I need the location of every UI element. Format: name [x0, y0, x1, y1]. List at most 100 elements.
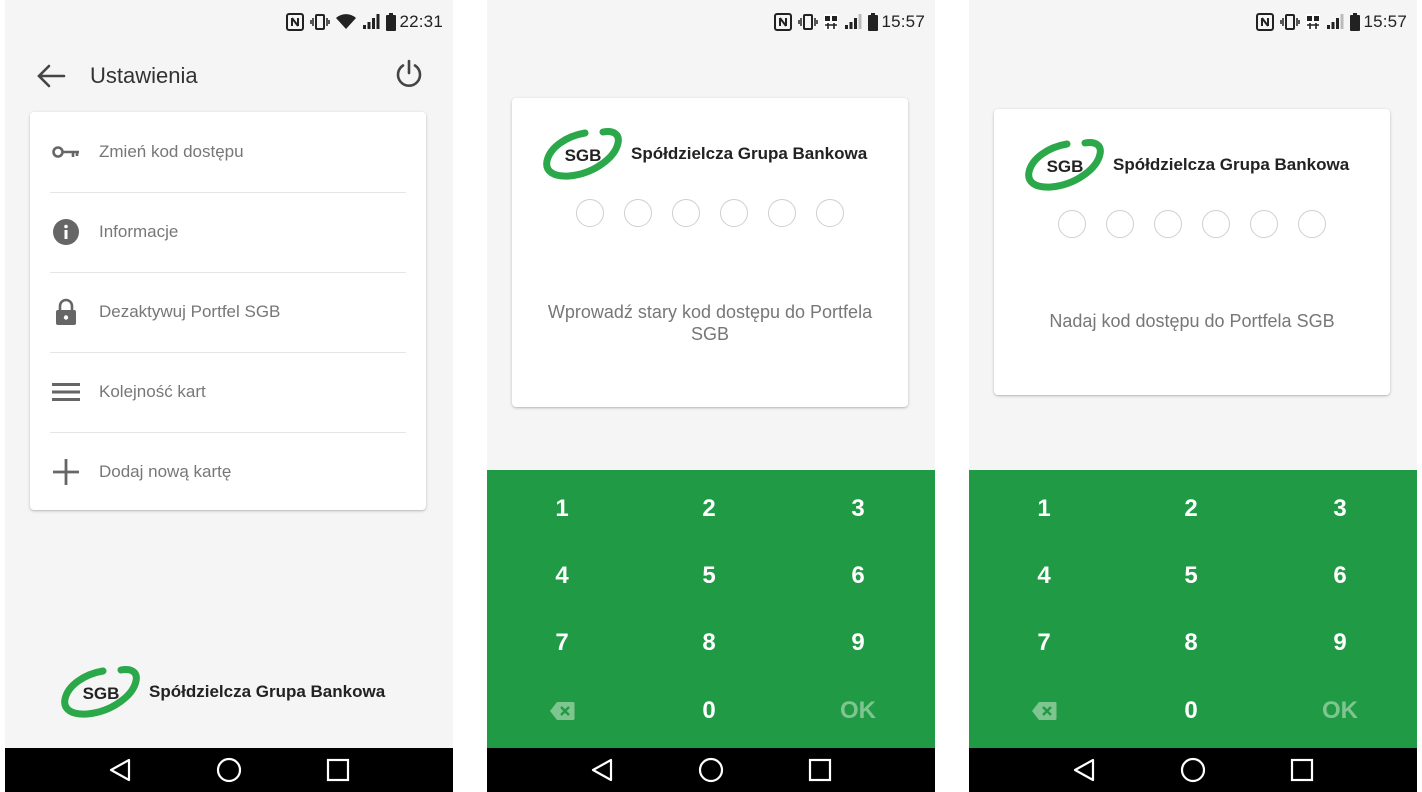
status-bar: 15:57 [487, 0, 935, 44]
key-1[interactable]: 1 [994, 479, 1094, 539]
ok-key[interactable]: OK [1290, 681, 1390, 741]
menu-item-card-order[interactable]: Kolejność kart [50, 352, 406, 433]
nav-recents-button[interactable] [1282, 750, 1322, 790]
square-recents-icon [1291, 758, 1314, 782]
lock-icon [50, 296, 82, 328]
settings-screen: 22:31 Ustawienia Zmień kod dostępu Infor… [5, 0, 453, 792]
key-8[interactable]: 8 [1141, 613, 1241, 673]
nav-back-button[interactable] [1064, 750, 1104, 790]
status-time: 15:57 [1363, 12, 1407, 31]
backspace-key[interactable] [512, 681, 612, 741]
menu-item-deactivate-wallet[interactable]: Dezaktywuj Portfel SGB [50, 272, 406, 353]
brand-name: Spółdzielcza Grupa Bankowa [631, 144, 868, 163]
triangle-back-icon [109, 758, 130, 782]
pin-entry-card: SGB Spółdzielcza Grupa Bankowa Wprowadź … [512, 98, 908, 407]
key-0[interactable]: 0 [1141, 681, 1241, 741]
svg-text:SGB: SGB [83, 684, 120, 703]
pin-dot [624, 199, 652, 227]
svg-text:SGB: SGB [565, 146, 602, 165]
status-bar: 22:31 [5, 0, 453, 44]
key-9[interactable]: 9 [1290, 613, 1390, 673]
key-8[interactable]: 8 [659, 613, 759, 673]
arrow-left-icon [37, 64, 66, 88]
pin-dot [1250, 210, 1278, 238]
pin-dot [720, 199, 748, 227]
square-recents-icon [327, 758, 350, 782]
menu-item-add-card[interactable]: Dodaj nową kartę [50, 432, 406, 512]
nfc-icon [774, 13, 793, 31]
menu-item-label: Dodaj nową kartę [99, 462, 232, 481]
nav-back-button[interactable] [100, 750, 140, 790]
circle-home-icon [698, 757, 724, 783]
circle-home-icon [1180, 757, 1206, 783]
signal-icon [844, 14, 862, 30]
brand-name: Spółdzielcza Grupa Bankowa [149, 682, 386, 701]
pin-prompt: Nadaj kod dostępu do Portfela SGB [1049, 311, 1335, 331]
status-bar: 15:57 [969, 0, 1417, 44]
backspace-icon [1032, 702, 1057, 720]
sgb-logo-icon: SGB [543, 128, 622, 180]
triangle-back-icon [1073, 758, 1094, 782]
nav-home-button[interactable] [691, 750, 731, 790]
back-button[interactable] [33, 58, 69, 94]
key-6[interactable]: 6 [1290, 546, 1390, 606]
battery-icon [386, 13, 397, 31]
backspace-key[interactable] [994, 681, 1094, 741]
key-7[interactable]: 7 [512, 613, 612, 673]
key-5[interactable]: 5 [1141, 546, 1241, 606]
key-0[interactable]: 0 [659, 681, 759, 741]
nav-back-button[interactable] [582, 750, 622, 790]
key-1[interactable]: 1 [512, 479, 612, 539]
pin-dots [994, 210, 1390, 238]
info-icon [50, 216, 82, 248]
key-4[interactable]: 4 [994, 546, 1094, 606]
key-3[interactable]: 3 [808, 479, 908, 539]
key-3[interactable]: 3 [1290, 479, 1390, 539]
pin-dot [768, 199, 796, 227]
key-2[interactable]: 2 [659, 479, 759, 539]
signal-icon [362, 14, 380, 30]
status-time: 15:57 [881, 12, 925, 31]
battery-icon [868, 13, 879, 31]
power-icon [396, 59, 422, 87]
pin-prompt: Wprowadź stary kod dostępu do Portfela S… [547, 302, 873, 344]
vibrate-icon [310, 14, 331, 30]
numeric-keypad: 1 2 3 4 5 6 7 8 9 0 OK [487, 470, 935, 748]
app-header: Ustawienia [5, 44, 453, 108]
key-2[interactable]: 2 [1141, 479, 1241, 539]
key-9[interactable]: 9 [808, 613, 908, 673]
wifi-icon [336, 14, 357, 30]
menu-item-information[interactable]: Informacje [50, 192, 406, 273]
pin-dot [1202, 210, 1230, 238]
pin-entry-card: SGB Spółdzielcza Grupa Bankowa Nadaj kod… [994, 109, 1390, 395]
nav-recents-button[interactable] [800, 750, 840, 790]
plus-icon [50, 456, 82, 488]
menu-lines-icon [50, 376, 82, 408]
backspace-icon [550, 702, 575, 720]
system-nav-bar [969, 748, 1417, 792]
page-title: Ustawienia [90, 63, 198, 88]
logout-button[interactable] [389, 54, 429, 94]
pin-dot [1154, 210, 1182, 238]
system-nav-bar [5, 748, 453, 792]
circle-home-icon [216, 757, 242, 783]
nav-home-button[interactable] [1173, 750, 1213, 790]
key-5[interactable]: 5 [659, 546, 759, 606]
nav-home-button[interactable] [209, 750, 249, 790]
brand-logo: SGB Spółdzielcza Grupa Bankowa [543, 126, 867, 182]
key-6[interactable]: 6 [808, 546, 908, 606]
old-pin-screen: 15:57 SGB Spółdzielcza Grupa Bankowa Wpr… [487, 0, 935, 792]
menu-item-label: Dezaktywuj Portfel SGB [99, 302, 281, 321]
ok-key[interactable]: OK [808, 681, 908, 741]
sgb-logo-icon: SGB [61, 666, 140, 718]
menu-item-label: Zmień kod dostępu [99, 142, 244, 161]
key-7[interactable]: 7 [994, 613, 1094, 673]
menu-item-change-pin[interactable]: Zmień kod dostępu [50, 112, 406, 193]
brand-name: Spółdzielcza Grupa Bankowa [1113, 155, 1350, 174]
nav-recents-button[interactable] [318, 750, 358, 790]
sgb-logo-icon: SGB [1025, 139, 1104, 191]
vibrate-icon [798, 14, 819, 30]
nfc-icon [1256, 13, 1275, 31]
network-4g-icon [824, 14, 839, 30]
key-4[interactable]: 4 [512, 546, 612, 606]
